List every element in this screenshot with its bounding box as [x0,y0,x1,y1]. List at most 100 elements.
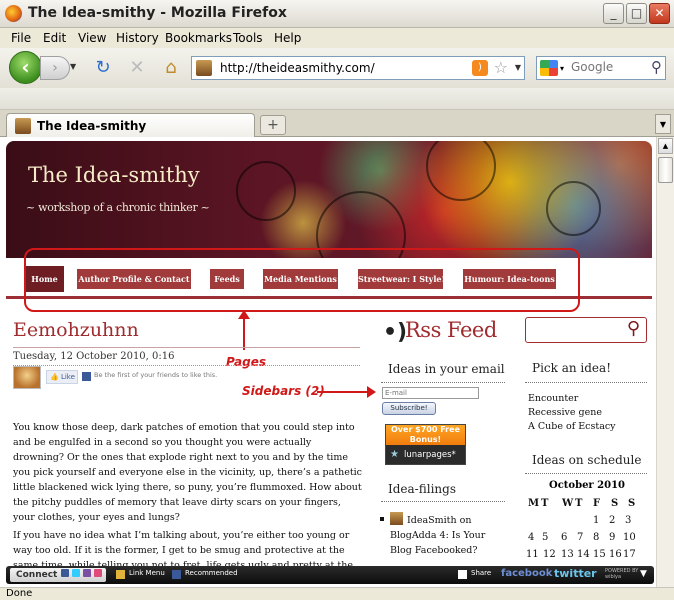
twitter-brand[interactable]: twitter [554,567,597,580]
tab-the-idea-smithy[interactable]: The Idea-smithy [6,113,255,138]
url-bar[interactable]: http://theideasmithy.com/ ) ☆ ▼ [191,56,525,80]
post-title[interactable]: Eemohzuhnn [13,319,139,341]
menu-help[interactable]: Help [274,31,301,45]
calendar-day[interactable]: 5 [542,532,548,543]
rss-feed-title[interactable]: Rss Feed [405,318,497,342]
site-search-input[interactable]: ⚲ [525,317,647,343]
calendar-day[interactable]: 1 [593,515,599,526]
calendar-day[interactable]: 11 [526,549,539,560]
tab-favicon-icon [15,118,31,134]
vertical-scrollbar[interactable]: ▲ [656,137,674,587]
calendar-day-header: S [628,498,636,509]
rss-icon[interactable]: ) [472,60,488,76]
menu-view[interactable]: View [78,31,106,45]
search-engine-dropdown-icon[interactable]: ▾ [560,64,564,73]
menu-bookmarks[interactable]: Bookmarks [165,31,232,45]
recommended-icon [172,570,181,579]
calendar-day-header: T [541,498,549,509]
site-tagline: ~ workshop of a chronic thinker ~ [26,201,210,214]
filing-bullet [380,517,384,521]
search-magnifier-icon[interactable]: ⚲ [651,58,662,76]
calendar-day[interactable]: 7 [577,532,583,543]
tab-strip: The Idea-smithy + ▼ [0,110,674,138]
menu-edit[interactable]: Edit [43,31,66,45]
facebook-brand[interactable]: facebook [501,568,552,579]
calendar-day[interactable]: 8 [593,532,599,543]
calendar-day[interactable]: 16 [609,549,622,560]
url-text: http://theideasmithy.com/ [220,61,375,75]
status-bar: Done [0,587,674,600]
bookmarks-toolbar [0,88,674,110]
share-icon [458,570,467,579]
pages-annotation-box [24,248,580,312]
calendar-day[interactable]: 17 [623,549,636,560]
google-icon[interactable] [540,60,558,76]
calendar-day[interactable]: 4 [528,532,534,543]
history-dropdown-icon[interactable]: ▼ [70,62,76,71]
calendar-day[interactable]: 2 [609,515,615,526]
minimize-button[interactable]: _ [603,3,624,24]
maximize-button[interactable]: □ [626,3,647,24]
rss-feed-icon[interactable]: •) [383,320,407,345]
share-label[interactable]: Share [471,569,491,577]
search-bar[interactable]: ▾ ⚲ [536,56,666,80]
link-encounter[interactable]: Encounter [528,393,578,404]
new-tab-button[interactable]: + [260,115,286,135]
facebook-icon [82,372,91,381]
lunarpages-ad[interactable]: Over $700 Free Bonus! lunarpages* [385,424,466,465]
calendar-day[interactable]: 14 [577,549,590,560]
post-date-rule [13,365,360,366]
recommended-label[interactable]: Recommended [185,569,238,577]
url-dropdown-icon[interactable]: ▼ [515,63,521,72]
site-title[interactable]: The Idea-smithy [28,163,200,187]
messenger-mini-icon[interactable] [94,569,102,577]
filings-heading-rule [381,501,505,502]
sidebars-annotation-arrow [317,386,376,398]
email-heading-rule [381,382,505,383]
calendar-day[interactable]: 10 [623,532,636,543]
close-button[interactable]: ✕ [649,3,670,24]
pick-heading: Pick an idea! [532,361,612,375]
filing-link[interactable]: IdeaSmith on BlogAdda 4: Is Your Blog Fa… [390,513,510,558]
facebook-mini-icon[interactable] [61,569,69,577]
forward-button[interactable]: › [40,56,70,80]
menu-bar: File Edit View History Bookmarks Tools H… [0,28,674,48]
site-search-magnifier-icon[interactable]: ⚲ [627,318,640,339]
twitter-mini-icon[interactable] [72,569,80,577]
calendar-day-header: S [611,498,619,509]
calendar-day[interactable]: 3 [625,515,631,526]
link-menu-label[interactable]: Link Menu [129,569,165,577]
site-favicon-icon [196,60,212,76]
reload-icon[interactable]: ↻ [92,57,114,79]
schedule-heading: Ideas on schedule [532,453,642,467]
scroll-up-icon[interactable]: ▲ [658,138,673,154]
connect-button[interactable]: Connect [10,568,106,582]
back-button[interactable]: ‹ [9,51,42,84]
calendar-day[interactable]: 9 [609,532,615,543]
wibiya-toolbar: Connect Link Menu Recommended Share face… [6,566,654,584]
myspace-mini-icon[interactable] [83,569,91,577]
menu-tools[interactable]: Tools [233,31,263,45]
calendar-day[interactable]: 15 [593,549,606,560]
site-header-banner: The Idea-smithy ~ workshop of a chronic … [6,141,652,258]
stop-icon[interactable]: ✕ [126,57,148,79]
facebook-like-button[interactable]: 👍 Like [46,370,78,384]
calendar-day[interactable]: 6 [561,532,567,543]
calendar-month: October 2010 [548,480,626,491]
bookmark-star-icon[interactable]: ☆ [494,58,508,77]
facebook-like-text: Be the first of your friends to like thi… [94,371,218,379]
email-input[interactable] [382,387,479,399]
home-icon[interactable]: ⌂ [160,57,182,79]
link-recessive-gene[interactable]: Recessive gene [528,407,602,418]
menu-file[interactable]: File [11,31,31,45]
calendar-day[interactable]: 13 [561,549,574,560]
menu-history[interactable]: History [116,31,159,45]
scroll-thumb[interactable] [658,157,673,183]
wibiya-collapse-icon[interactable]: ▼ [640,569,647,579]
subscribe-button[interactable]: Subscribe! [382,402,436,415]
tab-list-dropdown-icon[interactable]: ▼ [655,114,671,134]
calendar-day[interactable]: 12 [543,549,556,560]
search-input[interactable] [571,60,643,74]
schedule-heading-rule [525,473,647,474]
link-cube-of-ecstacy[interactable]: A Cube of Ecstacy [528,421,616,432]
